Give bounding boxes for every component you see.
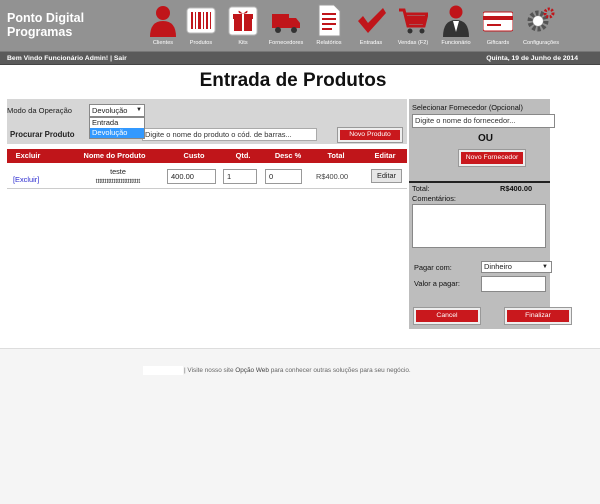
gift-icon xyxy=(228,6,258,36)
nav-giftcards[interactable]: Giftcards xyxy=(474,3,522,49)
cancel-button[interactable]: Cancel xyxy=(413,307,481,325)
nav-label: Giftcards xyxy=(486,40,510,46)
supplier-input[interactable]: Digite o nome do fornecedor... xyxy=(412,114,555,128)
logo-line-2: Programas xyxy=(7,25,73,39)
product-name: teste ttttttttttttttttttttttttt xyxy=(87,167,149,186)
date-text: Quinta, 19 de Junho de 2014 xyxy=(486,55,578,62)
col-desc: Desc % xyxy=(274,151,302,160)
chevron-down-icon: ▼ xyxy=(542,264,548,270)
logo-line-1: Ponto Digital xyxy=(7,11,85,25)
nav-label: Vendas (F2) xyxy=(397,40,429,46)
search-input[interactable]: Digite o nome do produto o cód. de barra… xyxy=(142,128,317,141)
nav-label: Fornecedores xyxy=(268,40,304,46)
app-logo[interactable]: Ponto Digital Programas xyxy=(7,11,107,39)
nav-label: Funcionário xyxy=(441,40,471,46)
nav-produtos[interactable]: Produtos xyxy=(177,3,225,49)
page-title: Entrada de Produtos xyxy=(199,70,387,91)
total-label: Total: xyxy=(412,184,430,193)
nav-kits[interactable]: Kits xyxy=(219,3,267,49)
welcome-text[interactable]: Bem Vindo Funcionário Admin! | Sair xyxy=(7,52,127,65)
value-label: Valor a pagar: xyxy=(414,279,460,288)
truck-icon xyxy=(272,14,300,33)
delete-link[interactable]: [Excluir] xyxy=(13,175,39,184)
table-header: Excluir Nome do Produto Custo Qtd. Desc … xyxy=(7,149,407,163)
payment-selected-value: Dinheiro xyxy=(484,262,512,271)
footer-text-pre: | Visite nosso site xyxy=(184,367,236,374)
operation-label: Modo da Operação xyxy=(7,106,73,115)
nav-label: Produtos xyxy=(189,40,213,46)
payment-select[interactable]: Dinheiro ▼ xyxy=(481,261,552,273)
cost-input[interactable]: 400.00 xyxy=(167,169,216,184)
value-input[interactable] xyxy=(481,276,546,292)
operation-select[interactable]: Devolução ▼ xyxy=(89,104,145,117)
product-name-main: teste xyxy=(110,167,126,176)
footer-blank-box xyxy=(143,366,183,375)
operation-dropdown: Entrada Devolução xyxy=(89,117,145,139)
edit-button[interactable]: Editar xyxy=(371,169,402,183)
employee-icon xyxy=(443,5,469,37)
comments-label: Comentários: xyxy=(412,194,456,203)
nav-label: Relatórios xyxy=(316,40,342,46)
report-icon xyxy=(318,4,341,37)
col-total: Total xyxy=(327,151,345,160)
footer-link[interactable]: Opção Web xyxy=(235,367,269,374)
nav-relatorios[interactable]: Relatórios xyxy=(305,3,353,49)
nav-label: Configurações xyxy=(522,40,560,46)
divider xyxy=(409,181,550,183)
nav-funcionario[interactable]: Funcionário xyxy=(432,3,480,49)
product-name-sub: ttttttttttttttttttttttttt xyxy=(95,178,141,185)
search-label: Procurar Produto xyxy=(10,130,75,139)
chevron-down-icon: ▼ xyxy=(136,107,142,113)
gear-icon xyxy=(527,7,555,32)
status-bar: Bem Vindo Funcionário Admin! | Sair Quin… xyxy=(0,51,600,65)
total-value: R$400.00 xyxy=(500,184,533,193)
barcode-icon xyxy=(186,7,216,34)
supplier-label: Selecionar Fornecedor (Opcional) xyxy=(412,103,523,112)
col-excluir: Excluir xyxy=(15,151,41,160)
option-entrada[interactable]: Entrada xyxy=(90,118,144,128)
footer-text-post: para conhecer outras soluções para seu n… xyxy=(268,367,411,374)
nav-vendas[interactable]: Vendas (F2) xyxy=(389,3,437,49)
option-devolucao[interactable]: Devolução xyxy=(90,128,144,138)
user-icon xyxy=(150,6,176,37)
checkmark-icon xyxy=(358,8,386,33)
nav-label: Kits xyxy=(238,40,248,46)
new-product-button[interactable]: Novo Produto xyxy=(337,127,403,143)
comments-textarea[interactable] xyxy=(412,204,546,248)
nav-label: Entradas xyxy=(359,40,383,46)
col-custo: Custo xyxy=(183,151,205,160)
col-nome: Nome do Produto xyxy=(83,151,146,160)
card-icon xyxy=(483,11,513,32)
col-editar: Editar xyxy=(374,151,396,160)
pay-label: Pagar com: xyxy=(414,263,452,272)
footer-text: | Visite nosso site Opção Web para conhe… xyxy=(184,367,411,374)
qty-input[interactable]: 1 xyxy=(223,169,257,184)
row-total: R$400.00 xyxy=(316,172,349,181)
or-text: OU xyxy=(478,133,493,144)
discount-input[interactable]: 0 xyxy=(265,169,302,184)
new-supplier-button[interactable]: Novo Fornecedor xyxy=(458,149,526,167)
operation-selected-value: Devolução xyxy=(92,106,128,115)
nav-configuracoes[interactable]: Configurações xyxy=(517,3,565,49)
nav-entradas[interactable]: Entradas xyxy=(347,3,395,49)
table-row: [Excluir] teste ttttttttttttttttttttttttt… xyxy=(7,163,407,189)
finalize-button[interactable]: Finalizar xyxy=(504,307,572,325)
header: Ponto Digital Programas Clientes Produtos… xyxy=(0,0,600,51)
cart-icon xyxy=(399,8,428,34)
nav-fornecedores[interactable]: Fornecedores xyxy=(262,3,310,49)
col-qtd: Qtd. xyxy=(235,151,251,160)
